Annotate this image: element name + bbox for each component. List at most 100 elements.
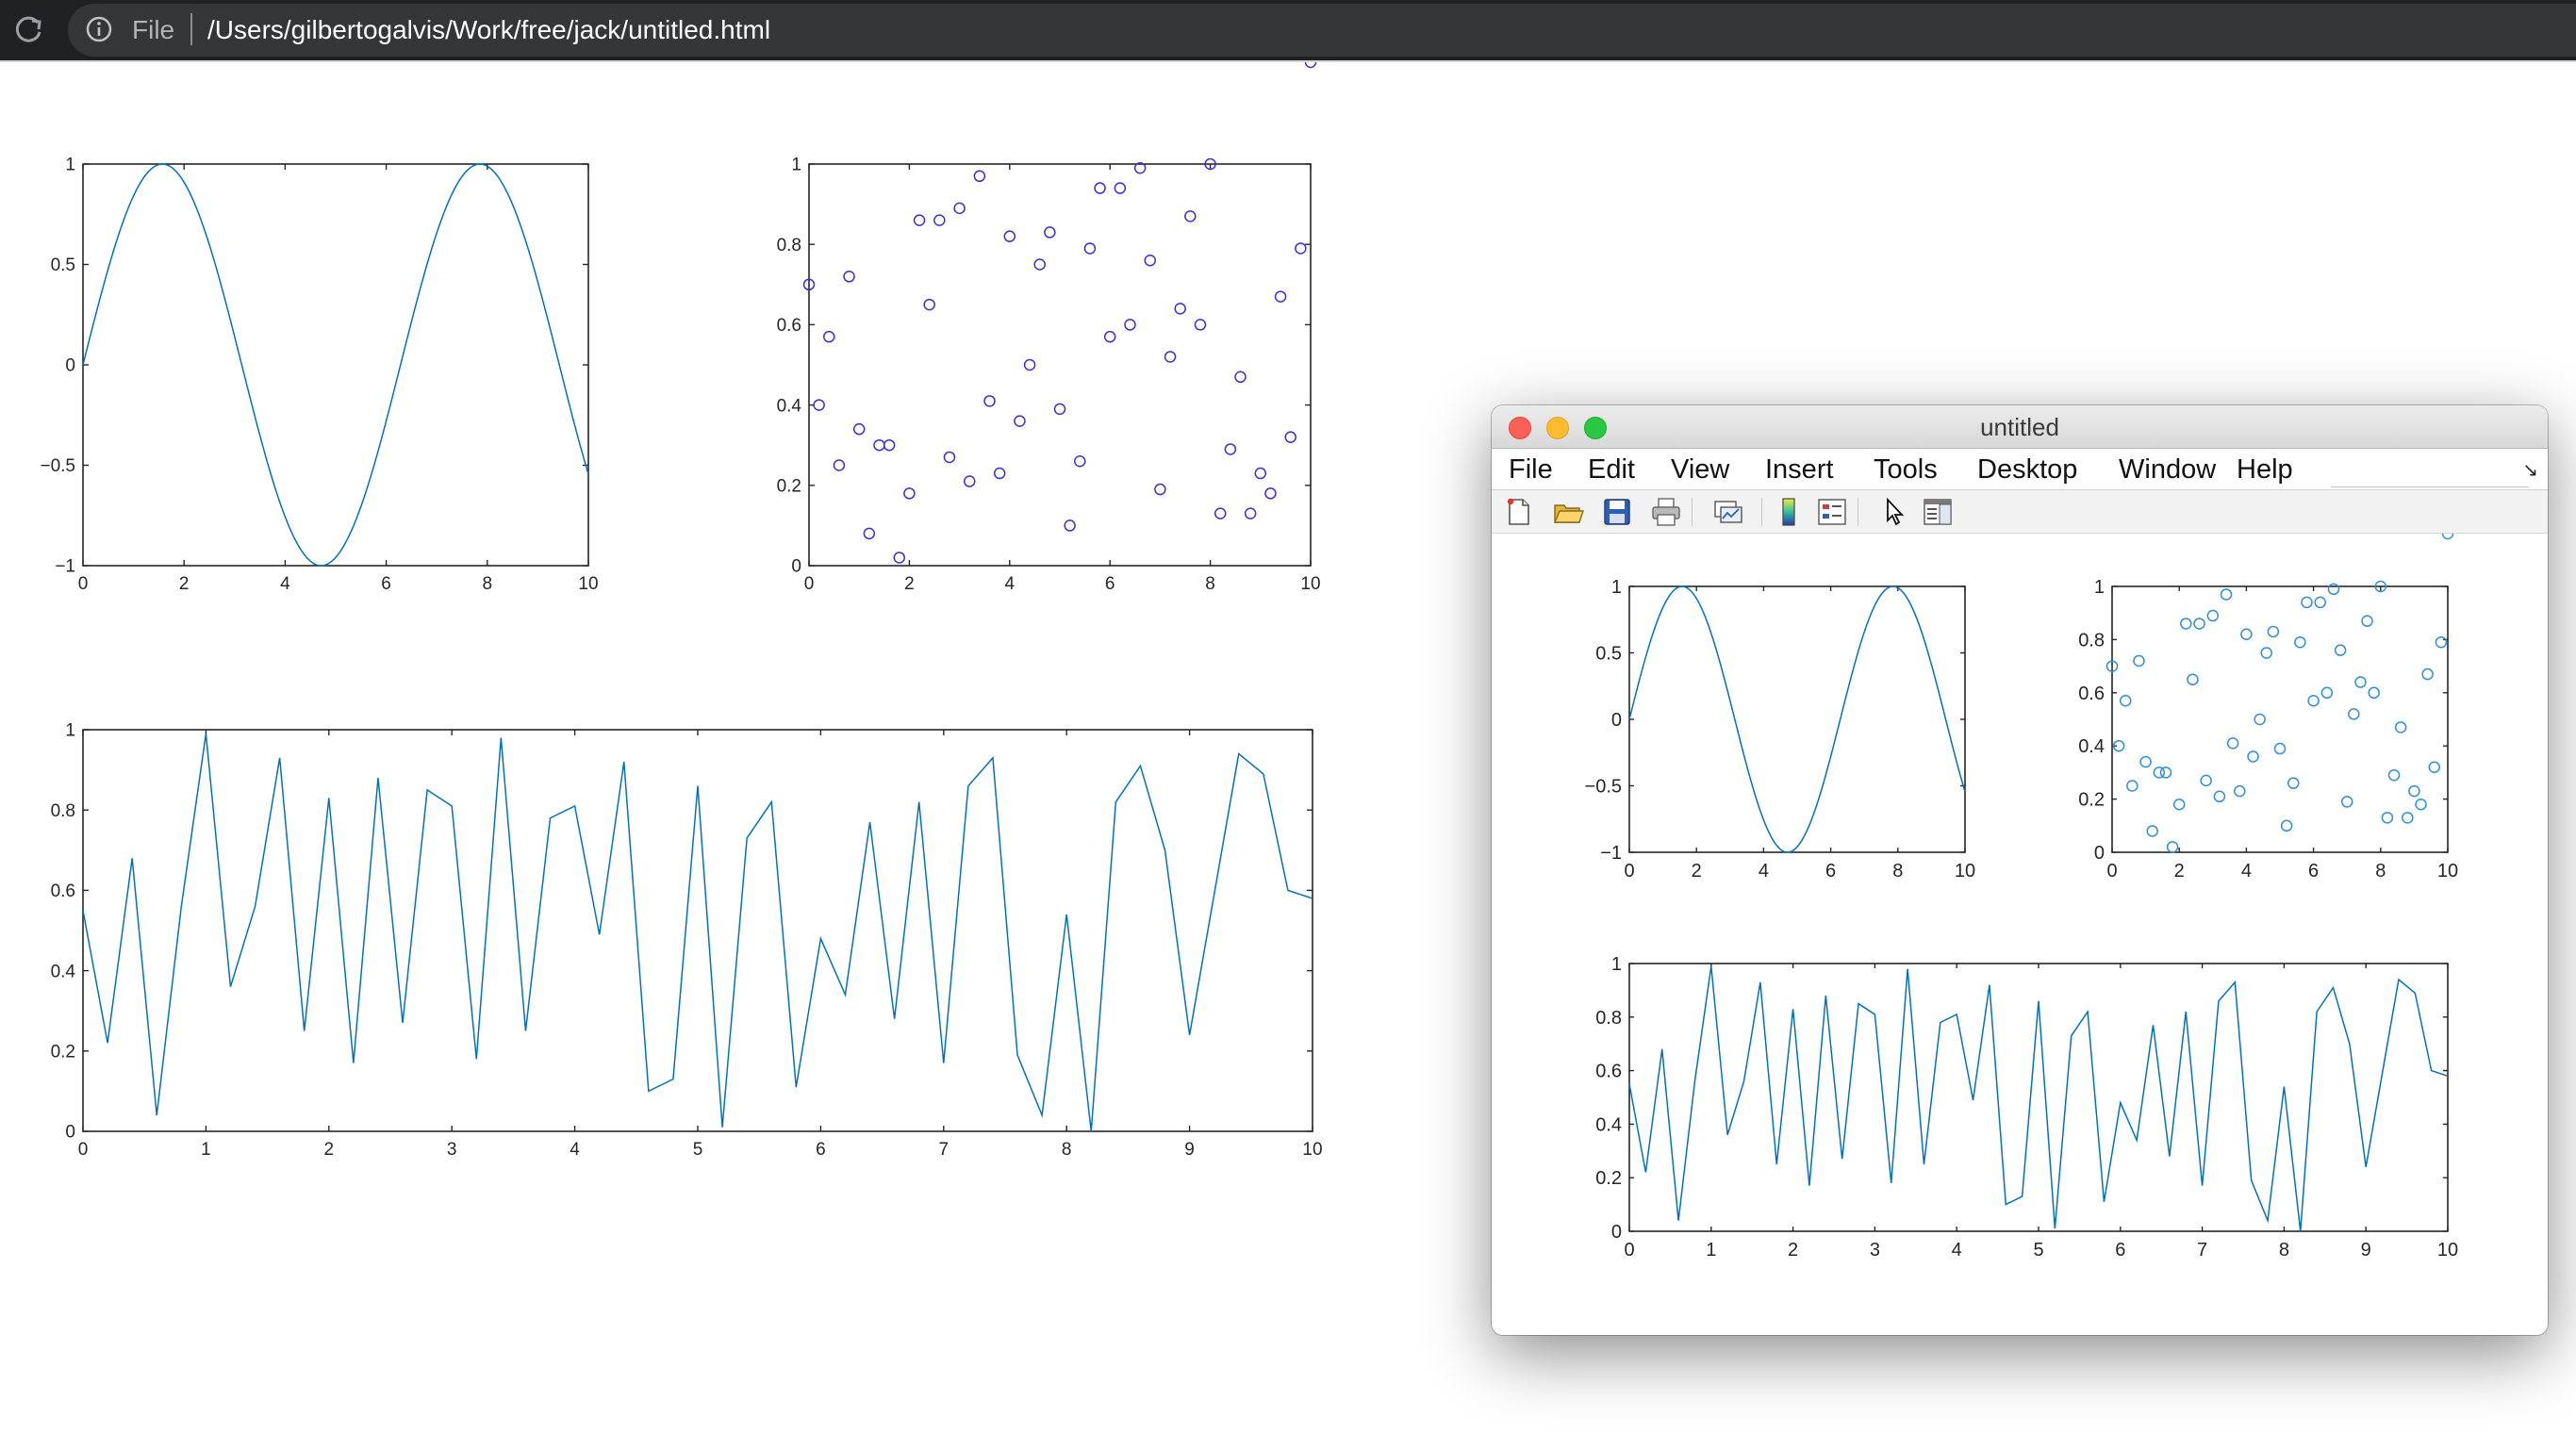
win-sine-y-tick-label: 0 <box>1611 710 1622 731</box>
win-sine-axes-box <box>1628 585 1966 853</box>
window-zoom-button[interactable] <box>1584 417 1607 439</box>
win-scatter-y-tick-label: 1 <box>2094 577 2105 598</box>
win-scatter-x-tick-label: 10 <box>2437 861 2458 882</box>
web-scatter-y-tick-label: 0.6 <box>777 316 801 336</box>
pointer-icon[interactable] <box>1878 496 1910 528</box>
web-random-y-tick-label: 0.6 <box>51 882 75 901</box>
print-icon[interactable] <box>1650 496 1682 528</box>
url-text[interactable]: /Users/gilbertogalvis/Work/free/jack/unt… <box>207 11 770 49</box>
web-sine-y-tick-label: 0 <box>65 356 75 376</box>
win-sine-axes: 0 2 4 6 8 10 −1 −0.5 0 0.5 1 <box>1585 577 1976 882</box>
web-random-x-tick-label: 2 <box>324 1140 335 1160</box>
win-scatter-x-tick-label: 0 <box>2106 861 2117 882</box>
win-scatter-axes: 0 2 4 6 8 10 0 0.2 0.4 0.6 0.8 1 <box>2078 534 2458 882</box>
win-sine-y-tick-label: −0.5 <box>1585 777 1622 798</box>
web-sine-axes: 0 2 4 6 8 10 −1 −0.5 0 0.5 1 <box>40 156 598 594</box>
web-scatter-x-tick-label: 8 <box>1205 574 1215 594</box>
reload-icon[interactable] <box>11 13 45 47</box>
web-scatter-y-tick-label: 0 <box>791 557 801 577</box>
browser-address-bar: File /Users/gilbertogalvis/Work/free/jac… <box>0 0 2576 60</box>
menu-view[interactable]: View <box>1671 449 1729 490</box>
web-scatter-x-tick-label: 2 <box>904 574 915 594</box>
property-inspector-icon[interactable] <box>1922 496 1954 528</box>
url-scheme-label: File <box>132 15 175 44</box>
win-random-x-tick-label: 9 <box>2361 1240 2371 1261</box>
web-sine-axes-box <box>82 163 589 567</box>
win-random-y-tick-label: 0 <box>1611 1222 1622 1243</box>
win-random-y-tick-label: 1 <box>1611 954 1622 975</box>
win-random-x-tick-label: 7 <box>2197 1240 2207 1261</box>
win-random-y-tick-label: 0.4 <box>1595 1114 1622 1135</box>
web-scatter-scatter-point <box>1304 62 1317 69</box>
win-sine-x-tick-label: 0 <box>1624 861 1634 882</box>
win-random-axes: 0 1 2 3 4 5 6 7 8 9 10 0 0.2 0.4 0.6 0.8 1 <box>1595 954 2458 1261</box>
win-random-x-tick-label: 3 <box>1870 1240 1880 1261</box>
web-random-y-tick-label: 0 <box>65 1123 75 1143</box>
web-sine-x-tick-label: 10 <box>578 574 598 594</box>
win-scatter-y-tick-label: 0 <box>2094 843 2105 864</box>
dock-figure-icon[interactable]: ↘ <box>2522 458 2538 482</box>
win-scatter-x-tick-label: 6 <box>2308 861 2319 882</box>
web-random-x-tick-label: 8 <box>1062 1140 1072 1160</box>
web-random-x-tick-label: 3 <box>447 1140 457 1160</box>
win-sine-x-tick-label: 2 <box>1692 861 1702 882</box>
menu-file[interactable]: File <box>1509 449 1553 490</box>
win-random-x-tick-label: 10 <box>2437 1240 2458 1261</box>
link-plot-icon[interactable] <box>1712 496 1744 528</box>
web-random-x-tick-label: 1 <box>201 1140 211 1160</box>
win-sine-x-tick-label: 4 <box>1759 861 1769 882</box>
web-scatter-y-tick-label: 0.2 <box>777 476 801 496</box>
win-scatter-scatter-point <box>2441 534 2454 540</box>
win-scatter-y-tick-label: 0.8 <box>2078 630 2105 651</box>
web-random-y-tick-label: 1 <box>65 721 75 741</box>
web-scatter-y-tick-label: 0.4 <box>777 396 802 416</box>
save-icon[interactable] <box>1601 496 1633 528</box>
win-scatter-x-tick-label: 2 <box>2174 861 2185 882</box>
url-separator <box>190 13 192 45</box>
figure-canvas: 0 2 4 6 8 10−1−0.500.510 2 4 6 8 1000.20.40.60.810… <box>1492 534 2548 1335</box>
open-file-icon[interactable] <box>1552 496 1584 528</box>
menu-divider <box>2331 486 2529 487</box>
web-scatter-axes-box <box>808 163 1312 567</box>
menu-desktop[interactable]: Desktop <box>1977 449 2077 490</box>
win-scatter-y-tick-label: 0.6 <box>2078 684 2105 704</box>
info-icon[interactable] <box>83 13 115 45</box>
win-random-y-tick-label: 0.2 <box>1595 1168 1622 1189</box>
legend-icon[interactable] <box>1816 496 1848 528</box>
web-random-x-tick-label: 10 <box>1302 1140 1322 1160</box>
window-titlebar[interactable]: untitled <box>1492 405 2548 449</box>
menu-edit[interactable]: Edit <box>1588 449 1635 490</box>
web-random-x-tick-label: 7 <box>939 1140 949 1160</box>
new-figure-icon[interactable] <box>1503 496 1535 528</box>
menu-bar: File Edit View Insert Tools Desktop Wind… <box>1492 449 2548 490</box>
figure-toolbar <box>1492 490 2548 534</box>
menu-insert[interactable]: Insert <box>1765 449 1834 490</box>
win-sine-y-tick-label: −1 <box>1600 843 1622 864</box>
menu-window[interactable]: Window <box>2119 449 2216 490</box>
win-random-y-tick-label: 0.8 <box>1595 1008 1622 1029</box>
menu-tools[interactable]: Tools <box>1874 449 1938 490</box>
web-scatter-x-tick-label: 10 <box>1300 574 1320 594</box>
web-random-y-tick-label: 0.8 <box>51 801 75 821</box>
win-scatter-y-tick-label: 0.2 <box>2078 790 2105 811</box>
win-random-x-tick-label: 2 <box>1788 1240 1798 1261</box>
web-scatter-x-tick-label: 6 <box>1105 574 1115 594</box>
web-sine-y-tick-label: −1 <box>55 557 75 577</box>
matlab-figure-window[interactable]: untitled File Edit View Insert Tools Des… <box>1492 405 2548 1335</box>
window-minimize-button[interactable] <box>1546 417 1569 439</box>
colorbar-icon[interactable] <box>1773 496 1805 528</box>
web-random-x-tick-label: 5 <box>693 1140 703 1160</box>
web-random-x-tick-label: 6 <box>816 1140 826 1160</box>
web-random-axes: 0 1 2 3 4 5 6 7 8 9 10 0 0.2 0.4 0.6 0.8 1 <box>51 721 1323 1160</box>
web-sine-x-tick-label: 4 <box>280 574 290 594</box>
win-random-x-tick-label: 4 <box>1952 1240 1962 1261</box>
web-scatter-x-tick-label: 4 <box>1005 574 1016 594</box>
win-sine-x-tick-label: 10 <box>1955 861 1975 882</box>
window-close-button[interactable] <box>1509 417 1531 439</box>
win-random-y-tick-label: 0.6 <box>1595 1062 1622 1082</box>
web-sine-x-tick-label: 8 <box>483 574 493 594</box>
win-scatter-axes-box <box>2111 585 2449 853</box>
win-scatter-y-tick-label: 0.4 <box>2078 736 2105 757</box>
win-random-x-tick-label: 6 <box>2115 1240 2125 1261</box>
menu-help[interactable]: Help <box>2237 449 2293 490</box>
